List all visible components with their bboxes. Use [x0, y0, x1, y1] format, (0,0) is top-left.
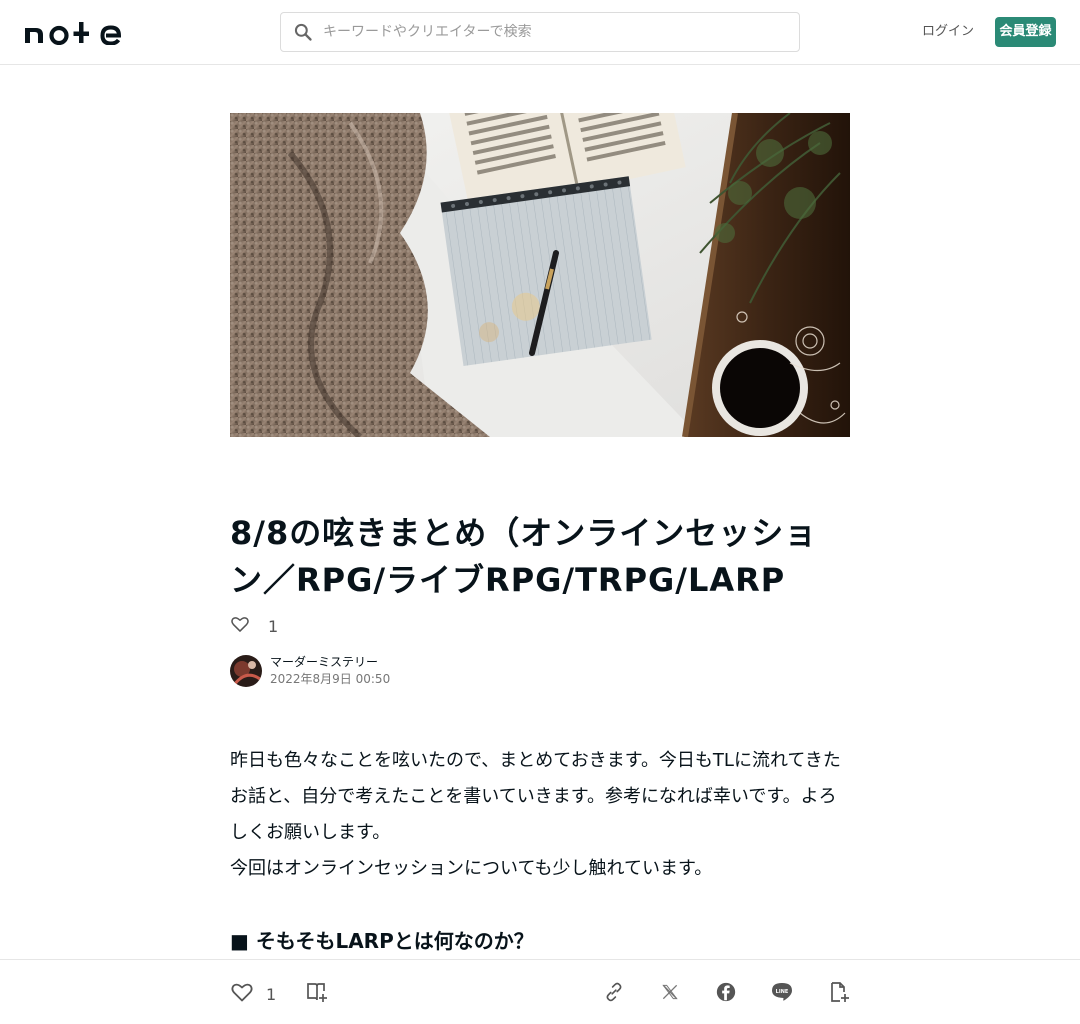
like-button[interactable]: 1: [230, 980, 276, 1008]
bottom-action-bar: 1 LINE: [0, 959, 1080, 1024]
svg-text:LINE: LINE: [776, 989, 789, 995]
search-icon[interactable]: [281, 13, 321, 51]
article-paragraph: 今回はオンラインセッションについても少し触れています。: [230, 858, 713, 879]
magazine-add-icon[interactable]: [305, 980, 329, 1004]
like-count: 1: [266, 984, 277, 1004]
note-add-icon[interactable]: [827, 980, 851, 1004]
signup-button[interactable]: 会員登録: [995, 17, 1056, 47]
like-summary[interactable]: 1: [230, 614, 278, 638]
post-date: 2022年8月9日 00:50: [270, 672, 391, 686]
search-bar[interactable]: [280, 12, 800, 52]
line-icon[interactable]: LINE: [770, 980, 794, 1004]
like-count: 1: [268, 616, 279, 636]
heart-icon[interactable]: [230, 614, 250, 638]
article-paragraph: 昨日も色々なことを呟いたので、まとめておきます。今日もTLに流れてきたお話と、自…: [230, 750, 841, 843]
link-icon[interactable]: [602, 980, 626, 1004]
author-meta: マーダーミステリー 2022年8月9日 00:50: [270, 654, 390, 688]
author-info[interactable]: マーダーミステリー 2022年8月9日 00:50: [230, 655, 390, 687]
note-logo[interactable]: [24, 19, 124, 45]
author-name[interactable]: マーダーミステリー: [270, 654, 390, 671]
x-icon[interactable]: [658, 980, 682, 1004]
section-heading: ■ そもそもLARPとは何なのか？: [230, 929, 534, 953]
heart-icon[interactable]: [230, 980, 254, 1008]
login-link[interactable]: ログイン: [918, 21, 978, 43]
facebook-icon[interactable]: [714, 980, 738, 1004]
article-title: 8/8の呟きまとめ（オンラインセッション／RPG/ライブRPG/TRPG/LAR…: [230, 514, 818, 599]
search-input[interactable]: [321, 14, 799, 50]
avatar[interactable]: [230, 655, 262, 687]
article-cover-image: [230, 113, 850, 437]
site-header: ログイン 会員登録: [0, 0, 1080, 65]
